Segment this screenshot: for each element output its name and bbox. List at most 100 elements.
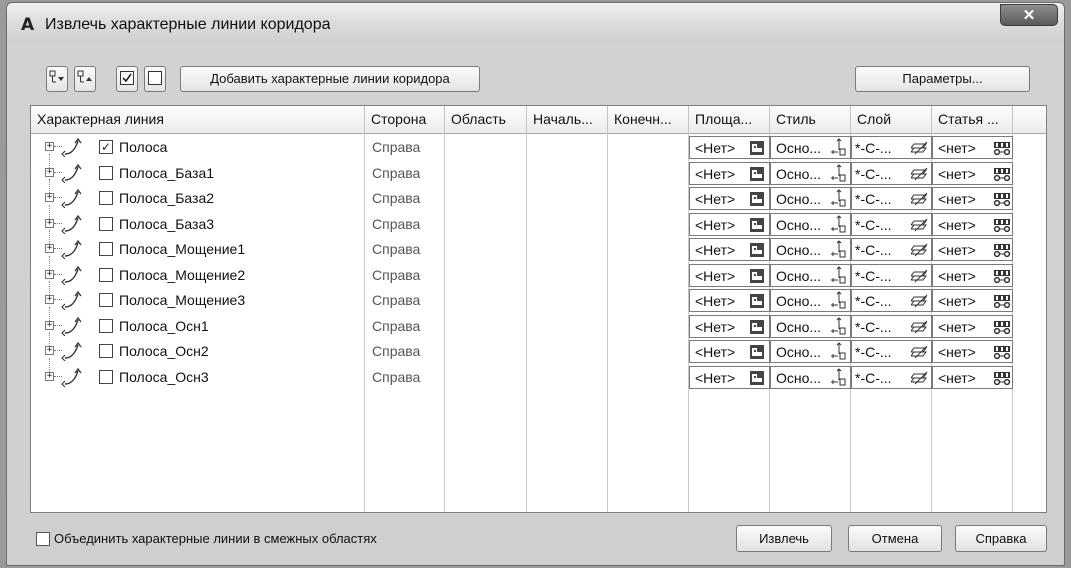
article-cell[interactable]: <нет> <box>932 161 1013 187</box>
table-row[interactable]: + Полоса_Мощение1 Справа <Нет> Осно... *… <box>31 230 1046 261</box>
column-header-feature-line[interactable]: Характерная линия <box>31 106 365 133</box>
layer-picker-icon[interactable] <box>910 344 929 365</box>
layer-picker-icon[interactable] <box>910 217 929 238</box>
column-header-region[interactable]: Область <box>445 106 527 133</box>
article-picker-icon[interactable] <box>993 344 1011 365</box>
article-picker-icon[interactable] <box>993 191 1011 212</box>
article-cell[interactable]: <нет> <box>932 263 1013 287</box>
cancel-button[interactable]: Отмена <box>848 525 942 552</box>
layer-picker-icon[interactable] <box>910 268 929 289</box>
area-picker-icon[interactable] <box>749 268 765 289</box>
article-picker-icon[interactable] <box>993 319 1011 340</box>
article-cell[interactable]: <нет> <box>932 365 1013 391</box>
column-header-area[interactable]: Площа... <box>689 106 770 133</box>
deselect-all-button[interactable] <box>144 66 166 92</box>
style-cell[interactable]: Осно... <box>770 238 851 261</box>
area-cell[interactable]: <Нет> <box>689 161 770 187</box>
area-picker-icon[interactable] <box>749 166 765 187</box>
column-header-article[interactable]: Статья ... <box>932 106 1013 133</box>
style-picker-icon[interactable] <box>830 189 846 212</box>
table-row[interactable]: + Полоса_Мощение2 Справа <Нет> Осно... *… <box>31 255 1046 289</box>
article-picker-icon[interactable] <box>993 166 1011 187</box>
layer-cell[interactable]: *-С-... <box>851 289 932 312</box>
style-picker-icon[interactable] <box>830 342 846 365</box>
article-picker-icon[interactable] <box>993 370 1011 391</box>
article-cell[interactable]: <нет> <box>932 212 1013 236</box>
expand-row-icon[interactable]: + <box>45 218 54 228</box>
style-picker-icon[interactable] <box>830 214 846 238</box>
area-cell[interactable]: <Нет> <box>689 263 770 289</box>
select-all-button[interactable] <box>116 66 138 92</box>
article-cell[interactable]: <нет> <box>932 340 1013 363</box>
style-picker-icon[interactable] <box>830 291 846 314</box>
style-picker-icon[interactable] <box>830 316 846 340</box>
row-checkbox[interactable] <box>99 318 113 333</box>
style-cell[interactable]: Осно... <box>770 365 851 391</box>
style-picker-icon[interactable] <box>830 163 846 187</box>
expand-row-icon[interactable]: + <box>45 142 54 151</box>
area-picker-icon[interactable] <box>749 191 765 212</box>
expand-all-button[interactable] <box>46 66 68 92</box>
expand-row-icon[interactable]: + <box>45 193 54 202</box>
area-cell[interactable]: <Нет> <box>689 136 770 159</box>
column-header-end[interactable]: Конечн... <box>608 106 689 133</box>
layer-picker-icon[interactable] <box>910 191 929 212</box>
style-cell[interactable]: Осно... <box>770 314 851 340</box>
collapse-all-button[interactable] <box>74 66 96 92</box>
article-picker-icon[interactable] <box>993 140 1011 161</box>
table-row[interactable]: + Полоса_Мощение3 Справа <Нет> Осно... *… <box>31 281 1046 312</box>
article-cell[interactable]: <нет> <box>932 238 1013 261</box>
style-picker-icon[interactable] <box>830 265 846 289</box>
layer-cell[interactable]: *-С-... <box>851 365 932 389</box>
feature-lines-table[interactable]: Характерная линия Сторона Область Началь… <box>30 105 1047 513</box>
area-picker-icon[interactable] <box>749 370 765 391</box>
add-feature-lines-button[interactable]: Добавить характерные линии коридора <box>180 66 480 92</box>
area-cell[interactable]: <Нет> <box>689 289 770 312</box>
area-picker-icon[interactable] <box>749 319 765 340</box>
style-cell[interactable]: Осно... <box>770 187 851 210</box>
column-header-start[interactable]: Началь... <box>527 106 608 133</box>
row-checkbox[interactable] <box>99 293 113 307</box>
merge-lines-checkbox[interactable] <box>36 532 50 546</box>
article-cell[interactable]: <нет> <box>932 289 1013 312</box>
expand-row-icon[interactable]: + <box>45 269 54 279</box>
row-checkbox[interactable] <box>99 165 113 180</box>
row-checkbox[interactable] <box>99 344 113 358</box>
layer-cell[interactable]: *-С-... <box>851 314 932 338</box>
area-cell[interactable]: <Нет> <box>689 238 770 261</box>
layer-picker-icon[interactable] <box>910 293 929 314</box>
style-picker-icon[interactable] <box>830 138 846 161</box>
row-checkbox[interactable] <box>99 191 113 205</box>
layer-picker-icon[interactable] <box>910 140 929 161</box>
article-cell[interactable]: <нет> <box>932 187 1013 210</box>
style-cell[interactable]: Осно... <box>770 289 851 312</box>
row-checkbox[interactable]: ✓ <box>99 140 113 154</box>
help-button[interactable]: Справка <box>955 525 1047 552</box>
article-cell[interactable]: <нет> <box>932 314 1013 340</box>
column-header-side[interactable]: Сторона <box>365 106 445 133</box>
style-cell[interactable]: Осно... <box>770 340 851 363</box>
style-cell[interactable]: Осно... <box>770 161 851 187</box>
layer-cell[interactable]: *-С-... <box>851 187 932 210</box>
layer-cell[interactable]: *-С-... <box>851 238 932 261</box>
parameters-button[interactable]: Параметры... <box>855 66 1030 92</box>
expand-row-icon[interactable]: + <box>45 371 54 381</box>
table-row[interactable]: + Полоса_Осн2 Справа <Нет> Осно... *-С-.… <box>31 332 1046 365</box>
table-row[interactable]: + Полоса_База1 Справа <Нет> Осно... *-С-… <box>31 153 1046 187</box>
close-button[interactable]: ✕ <box>1000 4 1058 26</box>
layer-picker-icon[interactable] <box>910 166 929 187</box>
article-cell[interactable]: <нет> <box>932 136 1013 159</box>
area-picker-icon[interactable] <box>749 242 765 263</box>
table-row[interactable]: + Полоса_База3 Справа <Нет> Осно... *-С-… <box>31 204 1046 238</box>
layer-cell[interactable]: *-С-... <box>851 136 932 159</box>
table-row[interactable]: + Полоса_Осн1 Справа <Нет> Осно... *-С-.… <box>31 306 1046 340</box>
article-picker-icon[interactable] <box>993 293 1011 314</box>
style-picker-icon[interactable] <box>830 367 846 391</box>
expand-row-icon[interactable]: + <box>45 244 54 253</box>
table-row[interactable]: + Полоса_База2 Справа <Нет> Осно... *-С-… <box>31 179 1046 212</box>
table-row[interactable]: + Полоса_Осн3 Справа <Нет> Осно... *-С-.… <box>31 357 1046 391</box>
layer-cell[interactable]: *-С-... <box>851 161 932 187</box>
extract-button[interactable]: Извлечь <box>736 525 832 552</box>
row-checkbox[interactable] <box>99 369 113 384</box>
area-picker-icon[interactable] <box>749 217 765 238</box>
